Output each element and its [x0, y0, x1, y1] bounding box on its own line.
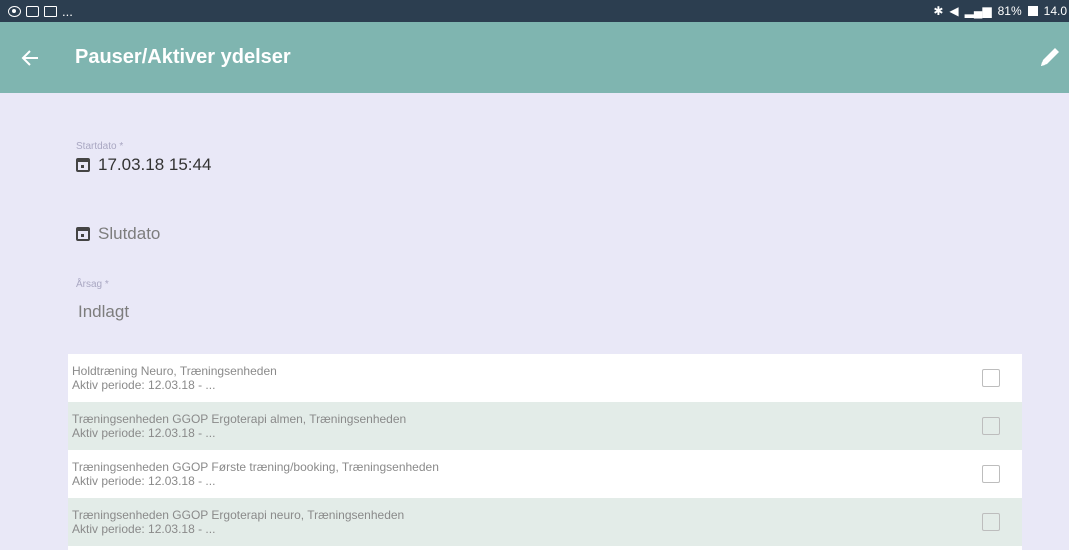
- list-item-text: Træningsenheden GGOP Ergoterapi almen, T…: [72, 412, 406, 440]
- list-item-text: Holdtræning Neuro, Træningsenheden Aktiv…: [72, 364, 277, 392]
- service-checkbox[interactable]: [982, 417, 1000, 435]
- bluetooth-icon: ✱: [933, 4, 944, 18]
- status-bar-more: ...: [62, 3, 73, 19]
- start-date-value: 17.03.18 15:44: [98, 155, 212, 174]
- status-bar-right: ✱ ◀ ▂▄▆ 81% 14.0: [933, 4, 1067, 18]
- service-title: Holdtræning Neuro, Træningsenheden: [72, 364, 277, 378]
- battery-icon: [1027, 6, 1038, 16]
- service-checkbox[interactable]: [982, 369, 1000, 387]
- service-checkbox[interactable]: [982, 465, 1000, 483]
- battery-percent: 81%: [997, 4, 1022, 18]
- pencil-icon[interactable]: [1037, 44, 1063, 70]
- service-period: Aktiv periode: 12.03.18 - ...: [72, 378, 216, 392]
- list-item[interactable]: Træningsenheden GGOP Ergoterapi almen, T…: [68, 402, 1022, 450]
- calendar-icon: [76, 158, 90, 172]
- app-bar: Pauser/Aktiver ydelser: [0, 22, 1069, 93]
- service-period: Aktiv periode: 12.03.18 - ...: [72, 426, 216, 440]
- reason-field[interactable]: Indlagt: [78, 302, 129, 322]
- calendar-icon: [76, 227, 90, 241]
- list-item-text: Træningsenheden GGOP Første træning/book…: [72, 460, 439, 488]
- list-item-partial: [68, 546, 1022, 550]
- app-notification-icon: [26, 5, 39, 17]
- start-date-label: Startdato *: [76, 141, 124, 152]
- service-checkbox[interactable]: [982, 513, 1000, 531]
- list-item[interactable]: Træningsenheden GGOP Ergoterapi neuro, T…: [68, 498, 1022, 546]
- reason-label: Årsag *: [76, 279, 109, 290]
- mail-icon: [44, 5, 57, 17]
- status-time: 14.0: [1043, 4, 1067, 18]
- arrow-left-icon[interactable]: [0, 22, 60, 93]
- mute-icon: ◀: [949, 4, 959, 18]
- start-date-field[interactable]: 17.03.18 15:44: [76, 155, 211, 175]
- service-title: Træningsenheden GGOP Første træning/book…: [72, 460, 439, 474]
- service-title: Træningsenheden GGOP Ergoterapi almen, T…: [72, 412, 407, 426]
- eye-icon: [8, 5, 21, 17]
- end-date-field[interactable]: Slutdato: [76, 224, 160, 244]
- list-item-text: Træningsenheden GGOP Ergoterapi neuro, T…: [72, 508, 404, 536]
- list-item[interactable]: Holdtræning Neuro, Træningsenheden Aktiv…: [68, 354, 1022, 402]
- service-title: Træningsenheden GGOP Ergoterapi neuro, T…: [72, 508, 405, 522]
- end-date-placeholder: Slutdato: [98, 224, 161, 243]
- list-item[interactable]: Træningsenheden GGOP Første træning/book…: [68, 450, 1022, 498]
- reason-value: Indlagt: [78, 302, 130, 321]
- service-period: Aktiv periode: 12.03.18 - ...: [72, 474, 216, 488]
- service-period: Aktiv periode: 12.03.18 - ...: [72, 522, 216, 536]
- signal-icon: ▂▄▆: [964, 4, 992, 18]
- services-list: Holdtræning Neuro, Træningsenheden Aktiv…: [68, 354, 1022, 550]
- status-bar: ... ✱ ◀ ▂▄▆ 81% 14.0: [0, 0, 1069, 22]
- status-bar-left: ...: [8, 4, 73, 19]
- page-title: Pauser/Aktiver ydelser: [75, 46, 291, 68]
